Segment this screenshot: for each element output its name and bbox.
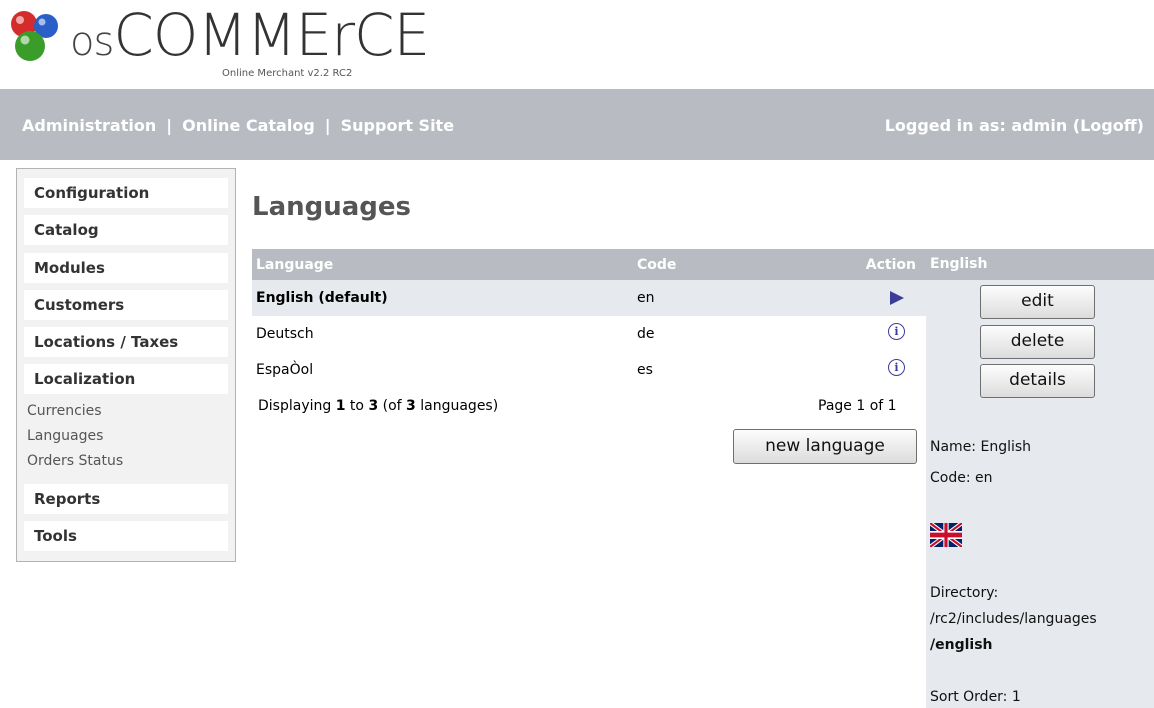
- table-row[interactable]: Deutsch de i: [252, 316, 926, 352]
- directory-name: /english: [930, 637, 993, 653]
- sidebar-item-catalog[interactable]: Catalog: [24, 215, 228, 245]
- column-header-code: Code: [637, 257, 677, 273]
- admin-sidebar: Configuration Catalog Modules Customers …: [16, 168, 236, 562]
- sidebar-subitem-currencies[interactable]: Currencies: [27, 403, 102, 419]
- uk-flag-icon: [930, 523, 962, 547]
- sidebar-subitem-languages[interactable]: Languages: [27, 428, 103, 444]
- row-code: en: [637, 290, 655, 306]
- directory-path: /rc2/includes/languages: [930, 611, 1097, 627]
- sidebar-item-tools[interactable]: Tools: [24, 521, 228, 551]
- online-catalog-link[interactable]: Online Catalog: [182, 116, 315, 135]
- info-icon[interactable]: i: [888, 323, 905, 340]
- nav-separator: |: [324, 116, 331, 135]
- sidebar-item-modules[interactable]: Modules: [24, 253, 228, 283]
- top-navigation-bar: Administration | Online Catalog | Support Si…: [0, 89, 1154, 160]
- row-language: English (default): [256, 290, 388, 306]
- sidebar-item-customers[interactable]: Customers: [24, 290, 228, 320]
- table-header: Language Code Action: [252, 249, 926, 280]
- arrow-right-icon: [890, 291, 904, 305]
- page-title: Languages: [252, 192, 412, 222]
- row-code: de: [637, 326, 655, 342]
- row-code: es: [637, 362, 653, 378]
- language-name: Name: English: [930, 439, 1032, 455]
- page-indicator: Page 1 of 1: [818, 398, 897, 414]
- delete-button[interactable]: delete: [980, 325, 1095, 359]
- info-panel-heading: English: [926, 249, 1154, 280]
- nav-separator: |: [166, 116, 173, 135]
- top-nav-links: Administration | Online Catalog | Support Si…: [22, 116, 454, 135]
- sidebar-subitem-orders-status[interactable]: Orders Status: [27, 453, 123, 469]
- pagination-summary: Displaying 1 to 3 (of 3 languages): [258, 398, 499, 414]
- table-row[interactable]: EspaÒol es i: [252, 352, 926, 388]
- column-header-action: Action: [865, 257, 916, 273]
- oscommerce-logo[interactable]: osCOMMErCE Online Merchant v2.2 RC2: [0, 0, 430, 88]
- new-language-button[interactable]: new language: [733, 429, 917, 464]
- table-row[interactable]: English (default) en: [252, 280, 926, 316]
- logo-wordmark: osCOMMErCE: [70, 1, 430, 69]
- language-info-panel: English edit delete details Name: Englis…: [926, 249, 1154, 708]
- directory-label: Directory:: [930, 585, 999, 601]
- info-icon[interactable]: i: [888, 359, 905, 376]
- sidebar-item-reports[interactable]: Reports: [24, 484, 228, 514]
- logo-balls-icon: [11, 11, 58, 61]
- logo-subtitle: Online Merchant v2.2 RC2: [222, 68, 353, 79]
- language-code: Code: en: [930, 470, 993, 486]
- sidebar-item-localization[interactable]: Localization: [24, 364, 228, 394]
- sort-order: Sort Order: 1: [930, 689, 1021, 705]
- row-language: EspaÒol: [256, 362, 314, 378]
- login-status[interactable]: Logged in as: admin (Logoff): [885, 116, 1144, 135]
- administration-link[interactable]: Administration: [22, 116, 156, 135]
- edit-button[interactable]: edit: [980, 285, 1095, 319]
- details-button[interactable]: details: [980, 364, 1095, 398]
- sidebar-item-locations-taxes[interactable]: Locations / Taxes: [24, 327, 228, 357]
- row-language: Deutsch: [256, 326, 314, 342]
- sidebar-item-configuration[interactable]: Configuration: [24, 178, 228, 208]
- support-site-link[interactable]: Support Site: [341, 116, 454, 135]
- column-header-language: Language: [256, 257, 334, 273]
